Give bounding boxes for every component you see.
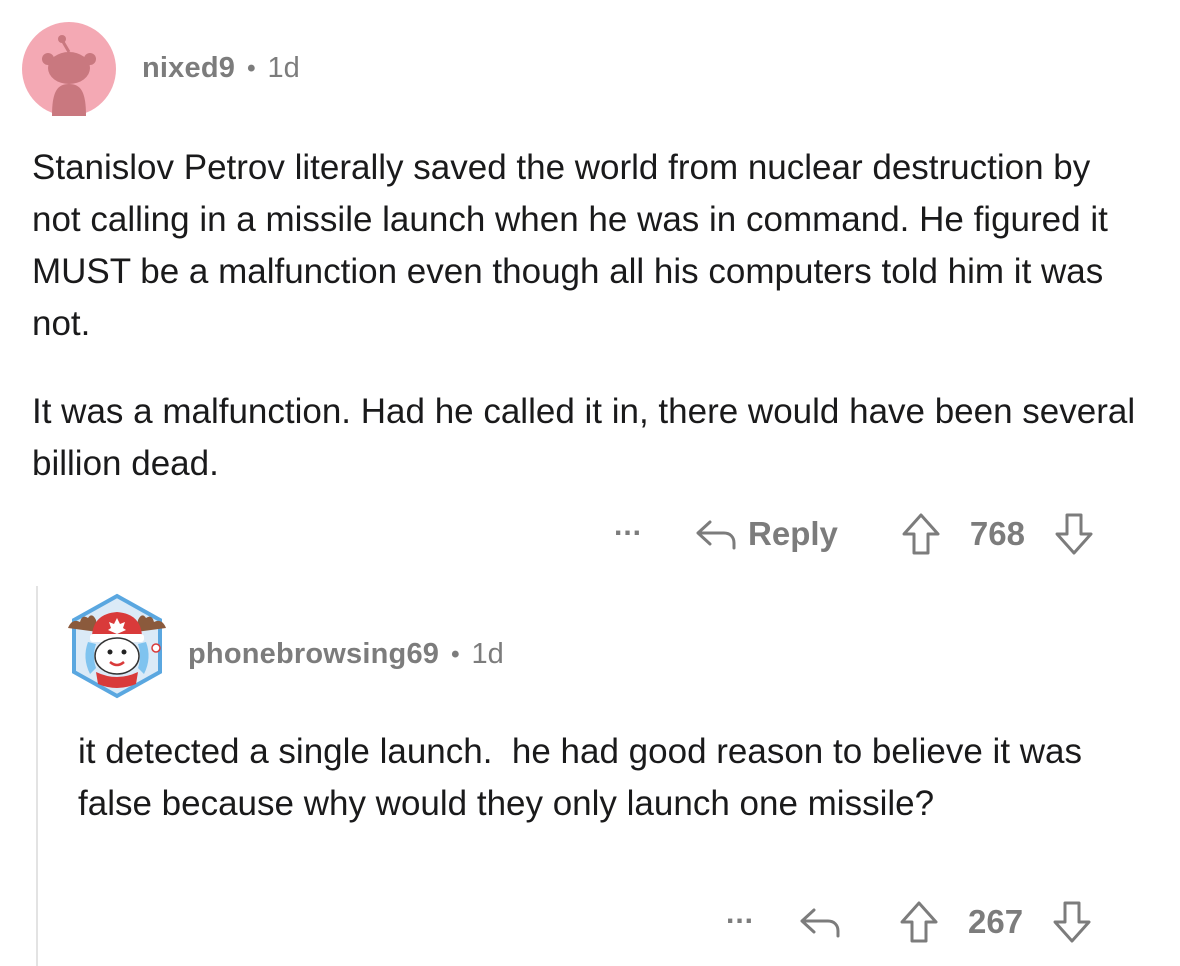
reply-button[interactable]: Reply [694, 515, 838, 553]
vote-count: 267 [968, 903, 1024, 940]
comment-paragraph: it detected a single launch. he had good… [78, 732, 1092, 823]
reply-arrow-icon [696, 520, 736, 550]
reply-label: Reply [748, 515, 838, 552]
avatar[interactable] [62, 588, 172, 704]
reply-arrow-icon [800, 908, 840, 938]
more-options-button[interactable]: ... [726, 899, 754, 929]
upvote-button[interactable] [900, 512, 942, 556]
timestamp: 1d [267, 52, 300, 84]
thread-line[interactable] [36, 586, 38, 966]
separator-dot: • [451, 640, 460, 668]
snoo-avatar-icon [22, 22, 116, 116]
comment-header: nixed9 • 1d [142, 52, 300, 85]
upvote-arrow-icon [900, 901, 938, 943]
avatar[interactable] [22, 22, 116, 116]
comment-paragraph: Stanislov Petrov literally saved the wor… [32, 148, 1108, 343]
comment-paragraph: It was a malfunction. Had he called it i… [32, 392, 1136, 483]
comment-actions: ... Reply 768 [614, 510, 1095, 558]
upvote-arrow-icon [902, 513, 940, 555]
username[interactable]: phonebrowsing69 [188, 638, 439, 671]
reply-actions: ... 267 [726, 898, 1093, 946]
more-options-button[interactable]: ... [614, 511, 642, 541]
comment-header: phonebrowsing69 • 1d [188, 638, 504, 671]
separator-dot: • [247, 54, 256, 82]
downvote-arrow-icon [1055, 513, 1093, 555]
timestamp: 1d [471, 638, 504, 670]
comment-body: Stanislov Petrov literally saved the wor… [32, 142, 1142, 490]
comment-body: it detected a single launch. he had good… [78, 726, 1138, 830]
reply-button[interactable] [798, 904, 842, 940]
upvote-button[interactable] [898, 900, 940, 944]
username[interactable]: nixed9 [142, 52, 235, 85]
moose-avatar-icon [68, 593, 166, 699]
downvote-button[interactable] [1051, 900, 1093, 944]
vote-count: 768 [969, 515, 1025, 552]
downvote-arrow-icon [1053, 901, 1091, 943]
downvote-button[interactable] [1053, 512, 1095, 556]
